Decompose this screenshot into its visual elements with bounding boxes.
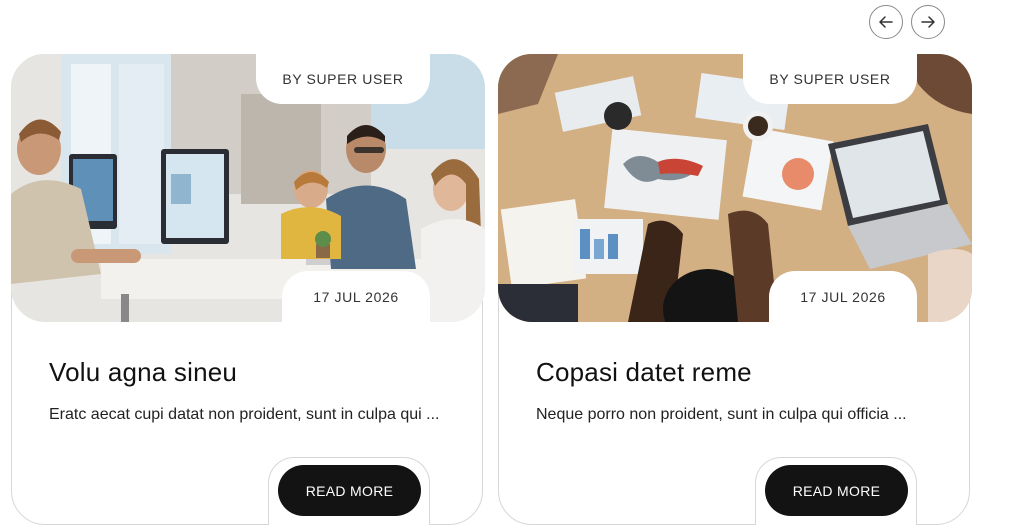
carousel-prev-button[interactable] xyxy=(869,5,903,39)
author-label: BY SUPER USER xyxy=(743,54,917,104)
author-label: BY SUPER USER xyxy=(256,54,430,104)
article-excerpt: Neque porro non proident, sunt in culpa … xyxy=(536,406,907,423)
arrow-left-icon xyxy=(879,16,893,28)
article-card: BY SUPER USER 17 JUL 2026 Copasi datet r… xyxy=(498,54,972,525)
carousel-next-button[interactable] xyxy=(911,5,945,39)
read-more-button[interactable]: READ MORE xyxy=(278,465,421,516)
article-excerpt: Eratc aecat cupi datat non proident, sun… xyxy=(49,406,440,423)
article-title[interactable]: Copasi datet reme xyxy=(536,357,752,388)
date-label: 17 JUL 2026 xyxy=(769,271,917,323)
article-title[interactable]: Volu agna sineu xyxy=(49,357,237,388)
arrow-right-icon xyxy=(921,16,935,28)
date-label: 17 JUL 2026 xyxy=(282,271,430,323)
blog-carousel: BY SUPER USER 17 JUL 2026 Volu agna sine… xyxy=(0,0,1019,530)
article-card: BY SUPER USER 17 JUL 2026 Volu agna sine… xyxy=(11,54,485,525)
read-more-button[interactable]: READ MORE xyxy=(765,465,908,516)
